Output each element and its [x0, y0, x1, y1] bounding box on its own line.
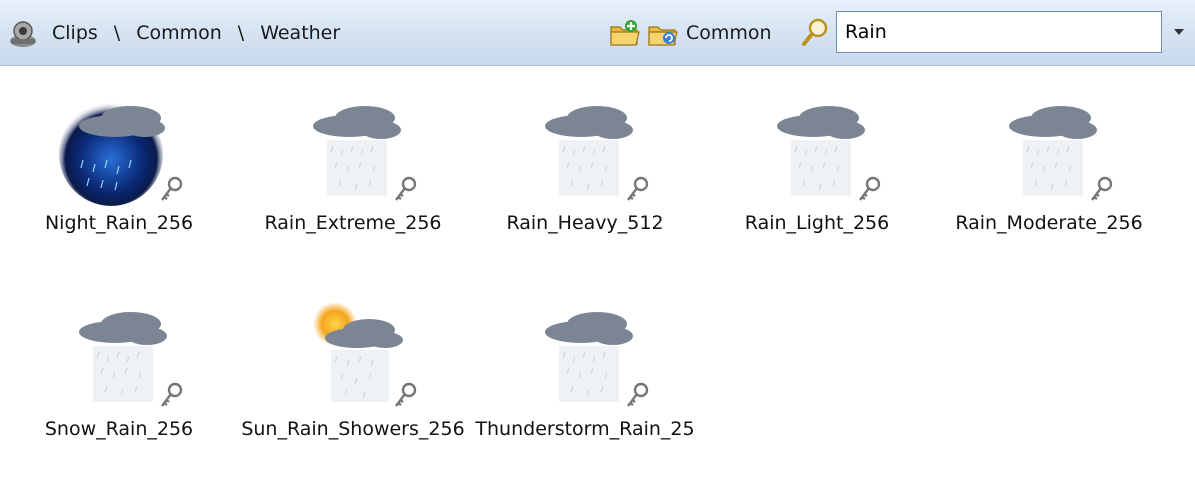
clip-name: Thunderstorm_Rain_25: [475, 418, 695, 440]
breadcrumb: Clips \ Common \ Weather: [52, 18, 340, 48]
clip-name: Night_Rain_256: [44, 212, 194, 234]
clip-name: Rain_Heavy_512: [506, 212, 664, 234]
clip-grid: Night_Rain_256 Rain_Extreme_256 Rain_Hea…: [0, 66, 1195, 498]
breadcrumb-item-common[interactable]: Common: [136, 22, 222, 44]
folder-refresh-icon[interactable]: [646, 18, 680, 48]
clip-tile[interactable]: Rain_Heavy_512: [469, 78, 701, 268]
clip-tile[interactable]: Night_Rain_256: [3, 78, 235, 268]
clip-tile[interactable]: Snow_Rain_256: [3, 284, 235, 474]
breadcrumb-separator: \: [113, 22, 121, 44]
clip-tile[interactable]: Rain_Moderate_256: [933, 78, 1165, 268]
clip-tile[interactable]: Thunderstorm_Rain_25: [469, 284, 701, 474]
breadcrumb-item-clips[interactable]: Clips: [52, 22, 98, 44]
key-icon: [161, 382, 183, 407]
key-icon: [395, 382, 417, 407]
key-icon: [859, 176, 881, 201]
key-icon: [627, 382, 649, 407]
breadcrumb-item-weather[interactable]: Weather: [260, 22, 340, 44]
breadcrumb-separator: \: [237, 22, 245, 44]
toolbar: Clips \ Common \ Weather Common: [0, 0, 1195, 66]
clip-name: Rain_Extreme_256: [264, 212, 442, 234]
clip-tile[interactable]: Sun_Rain_Showers_256: [237, 284, 469, 474]
magnifier-icon[interactable]: [800, 17, 830, 49]
clip-name: Rain_Moderate_256: [955, 212, 1143, 234]
clip-name: Rain_Light_256: [744, 212, 890, 234]
clip-name: Snow_Rain_256: [44, 418, 194, 440]
search-input[interactable]: [836, 11, 1162, 53]
key-icon: [395, 176, 417, 201]
clip-name: Sun_Rain_Showers_256: [241, 418, 465, 440]
chevron-down-icon: [1173, 29, 1184, 35]
folder-add-icon[interactable]: [608, 18, 642, 48]
clips-library-icon[interactable]: [8, 19, 38, 49]
key-icon: [627, 176, 649, 201]
key-icon: [1091, 176, 1113, 201]
collection-label[interactable]: Common: [686, 18, 772, 48]
key-icon: [161, 176, 183, 201]
clip-tile[interactable]: Rain_Light_256: [701, 78, 933, 268]
search-dropdown-button[interactable]: [1162, 11, 1195, 53]
clip-tile[interactable]: Rain_Extreme_256: [237, 78, 469, 268]
